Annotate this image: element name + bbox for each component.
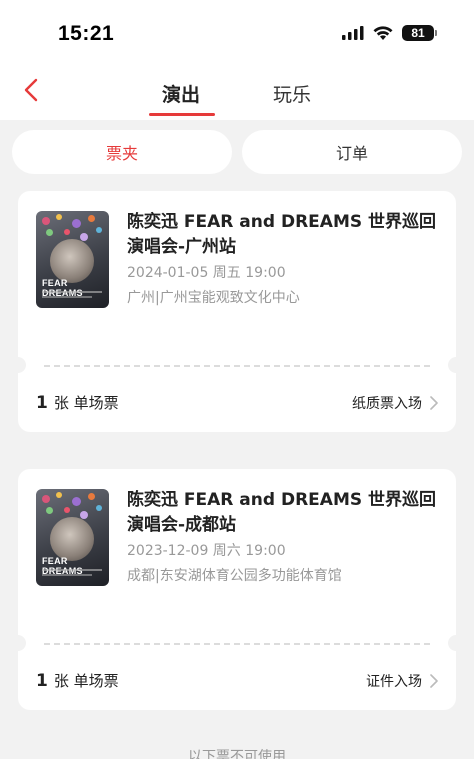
entry-method-link[interactable]: 证件入场 xyxy=(366,671,438,691)
poster-text: FEAR DREAMS xyxy=(42,556,83,576)
event-poster: FEAR DREAMS xyxy=(36,211,109,308)
event-title: 陈奕迅 FEAR and DREAMS 世界巡回演唱会-成都站 xyxy=(127,490,437,535)
chevron-right-icon xyxy=(430,396,438,410)
event-venue: 成都|东安湖体育公园多功能体育馆 xyxy=(127,568,342,584)
chevron-right-icon xyxy=(430,674,438,688)
ticket-type: 张 单场票 xyxy=(53,394,119,412)
status-icons: 81 xyxy=(342,25,437,41)
event-poster: FEAR DREAMS xyxy=(36,489,109,586)
ticket-notch-left xyxy=(10,357,26,373)
wifi-icon xyxy=(373,25,393,40)
ticket-divider xyxy=(44,643,430,645)
ticket-notch-right xyxy=(448,357,464,373)
ticket-quantity: 1 张 单场票 xyxy=(36,670,119,691)
entry-method-link[interactable]: 纸质票入场 xyxy=(352,393,438,413)
entry-method-label: 证件入场 xyxy=(366,674,422,690)
nav-bar: 演出 玩乐 xyxy=(0,70,474,120)
poster-text: FEAR DREAMS xyxy=(42,278,83,298)
event-datetime: 2024-01-05 周五 19:00 xyxy=(127,265,286,281)
back-button[interactable] xyxy=(18,76,44,104)
event-venue: 广州|广州宝能观致文化中心 xyxy=(127,290,300,306)
segment-orders[interactable]: 订单 xyxy=(242,130,462,174)
event-datetime: 2023-12-09 周六 19:00 xyxy=(127,543,286,559)
ticket-divider xyxy=(44,365,430,367)
ticket-card[interactable]: FEAR DREAMS 陈奕迅 FEAR and DREAMS 世界巡回演唱会-… xyxy=(10,191,464,432)
ticket-count: 1 xyxy=(36,671,48,691)
chevron-left-icon xyxy=(24,78,38,102)
status-bar: 15:21 81 xyxy=(0,0,474,70)
status-time: 15:21 xyxy=(58,22,115,45)
segment-ticket-wallet[interactable]: 票夹 xyxy=(12,130,232,174)
battery-icon: 81 xyxy=(402,25,437,41)
tab-active-indicator xyxy=(149,113,215,116)
entry-method-label: 纸质票入场 xyxy=(352,396,422,412)
battery-level: 81 xyxy=(411,26,425,40)
event-title: 陈奕迅 FEAR and DREAMS 世界巡回演唱会-广州站 xyxy=(127,212,437,257)
tab-shows[interactable]: 演出 xyxy=(162,80,200,107)
ticket-count: 1 xyxy=(36,393,48,413)
ticket-notch-right xyxy=(448,635,464,651)
ticket-card[interactable]: FEAR DREAMS 陈奕迅 FEAR and DREAMS 世界巡回演唱会-… xyxy=(10,469,464,710)
unusable-tickets-note: 以下票不可使用 xyxy=(188,749,286,759)
tab-fun[interactable]: 玩乐 xyxy=(273,80,311,107)
ticket-quantity: 1 张 单场票 xyxy=(36,392,119,413)
ticket-type: 张 单场票 xyxy=(53,672,119,690)
signal-icon xyxy=(342,26,364,40)
ticket-notch-left xyxy=(10,635,26,651)
